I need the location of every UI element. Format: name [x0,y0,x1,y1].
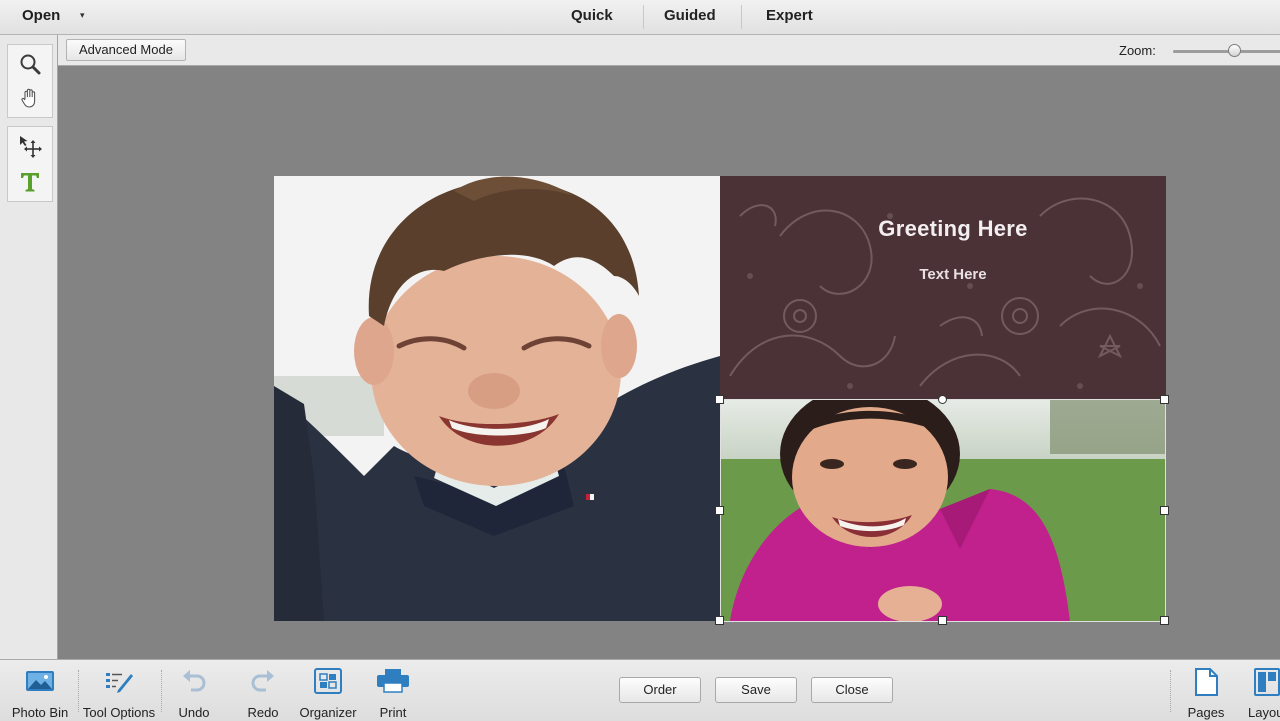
layouts-icon [1254,668,1280,696]
photo-bin-icon [26,671,54,691]
organizer-button[interactable]: Organizer [293,660,363,721]
tab-expert[interactable]: Expert [766,7,813,24]
resize-handle-left[interactable] [715,506,724,515]
pages-icon [1195,668,1218,696]
organizer-icon [314,668,342,694]
redo-button[interactable]: Redo [235,660,291,721]
pages-button[interactable]: Pages [1180,660,1232,721]
greeting-title-text[interactable]: Greeting Here [720,216,1166,242]
options-bar: Advanced Mode Zoom: [57,35,1280,66]
type-tool[interactable] [8,165,52,199]
tab-quick[interactable]: Quick [571,7,613,24]
order-button[interactable]: Order [619,677,701,703]
rotate-handle[interactable] [938,395,947,404]
greeting-panel[interactable]: Greeting Here Text Here [720,176,1166,399]
tool-options-label: Tool Options [82,705,156,720]
resize-handle-bottom-right[interactable] [1160,616,1169,625]
tool-options-icon [106,673,133,693]
close-button[interactable]: Close [811,677,893,703]
hand-icon [21,88,36,108]
type-T-icon [21,173,39,192]
tab-divider [643,5,644,29]
greeting-subtitle-text[interactable]: Text Here [720,266,1166,283]
photo-boy-image [274,176,720,621]
redo-label: Redo [247,705,279,720]
print-label: Print [379,705,407,720]
resize-handle-bottom[interactable] [938,616,947,625]
edit-tool-group [7,126,53,202]
redo-icon [251,670,274,692]
bottom-divider [1170,670,1171,712]
layouts-button[interactable]: Layou [1246,660,1280,721]
view-tool-group [7,44,53,118]
tab-divider [741,5,742,29]
print-button[interactable]: Print [365,660,421,721]
resize-handle-top-right[interactable] [1160,395,1169,404]
undo-icon [183,670,206,692]
floral-pattern-background [720,176,1166,399]
advanced-mode-button[interactable]: Advanced Mode [66,39,186,61]
save-button[interactable]: Save [715,677,797,703]
tab-guided[interactable]: Guided [664,7,716,24]
open-dropdown-arrow-icon[interactable]: ▾ [80,10,85,21]
photo-bin-label: Photo Bin [11,705,69,720]
undo-button[interactable]: Undo [166,660,222,721]
toolbox [0,35,58,659]
photo-boy[interactable] [274,176,720,621]
open-button[interactable]: Open [22,7,60,24]
hand-tool[interactable] [8,81,52,115]
undo-label: Undo [178,705,210,720]
resize-handle-top-left[interactable] [715,395,724,404]
pages-label: Pages [1187,705,1225,720]
organizer-label: Organizer [299,705,357,720]
photo-girl-image [720,399,1166,621]
zoom-tool[interactable] [8,47,52,81]
zoom-label: Zoom: [1119,43,1156,58]
photo-bin-button[interactable]: Photo Bin [5,660,75,721]
photo-girl[interactable] [720,399,1166,621]
layouts-label: Layou [1248,705,1280,720]
move-tool[interactable] [8,129,52,163]
bottom-divider [161,670,162,712]
resize-handle-right[interactable] [1160,506,1169,515]
zoom-slider-track[interactable] [1173,50,1280,53]
top-menu-bar: Open ▾ Quick Guided Expert [0,0,1280,35]
bottom-panel-bar: Photo Bin Tool Options Undo Redo Organiz… [0,659,1280,721]
move-arrows-icon [20,136,42,158]
print-icon [377,669,409,693]
magnifier-icon [20,54,41,75]
zoom-slider-thumb[interactable] [1227,44,1241,57]
tool-options-button[interactable]: Tool Options [78,660,160,721]
resize-handle-bottom-left[interactable] [715,616,724,625]
